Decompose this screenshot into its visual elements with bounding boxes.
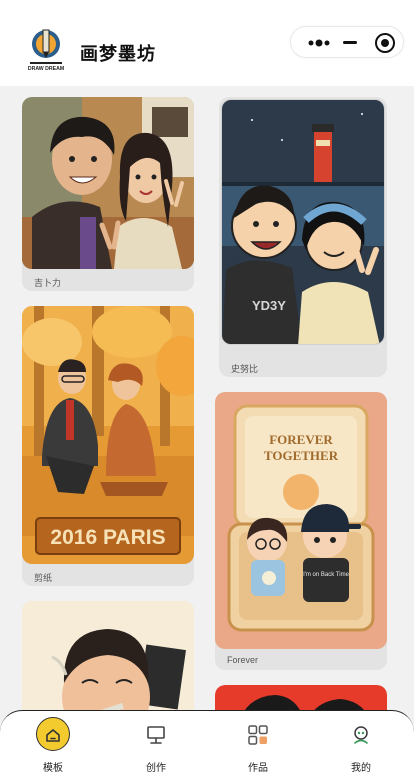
template-card-snoopy[interactable]: YD3Y 史努比: [219, 97, 387, 377]
grid-icon: [246, 723, 270, 747]
tab-label: 创作: [146, 763, 166, 774]
close-target-icon[interactable]: [375, 33, 395, 53]
tab-templates[interactable]: 模板: [13, 711, 93, 780]
template-card-papercut[interactable]: 2016 PARIS 剪纸: [22, 306, 194, 586]
bottom-tab-bar: 模板 创作 作品 我的: [0, 710, 414, 780]
template-page: DRAW DREAM 画梦墨坊 吉卜力 2016 PARIS 剪纸 YD3Y 史…: [0, 0, 414, 780]
snoopy-shirt-text: YD3Y: [252, 298, 286, 313]
tab-label: 我的: [351, 763, 371, 774]
minimize-icon[interactable]: [343, 27, 357, 59]
app-logo: DRAW DREAM: [26, 26, 66, 76]
together-title: TOGETHER: [264, 448, 339, 463]
app-title: 画梦墨坊: [80, 44, 156, 64]
mini-program-capsule: [290, 26, 404, 58]
card-caption: Forever: [227, 655, 259, 665]
tab-label: 模板: [43, 763, 63, 774]
ghibli-couple-image: [22, 97, 194, 269]
template-card-forever[interactable]: FOREVER TOGETHER I'm on Back Time Foreve…: [215, 392, 387, 670]
logo-wordmark: DRAW DREAM: [28, 66, 64, 72]
user-icon: [349, 723, 373, 747]
tab-label: 作品: [248, 763, 268, 774]
card-caption: 吉卜力: [34, 278, 62, 288]
snoopy-couple-image: YD3Y: [221, 99, 385, 345]
easel-icon: [144, 723, 168, 747]
paris-poster-text: 2016 PARIS: [50, 526, 165, 549]
tab-create[interactable]: 创作: [116, 711, 196, 780]
tab-works[interactable]: 作品: [218, 711, 298, 780]
forever-title: FOREVER: [269, 432, 333, 447]
more-dots-icon[interactable]: [299, 27, 339, 59]
home-icon: [41, 723, 65, 747]
card-caption: 史努比: [231, 364, 259, 374]
template-card-ghibli[interactable]: 吉卜力: [22, 97, 194, 291]
forever-box-image: FOREVER TOGETHER I'm on Back Time: [215, 392, 387, 649]
card-caption: 剪纸: [34, 573, 53, 583]
tab-mine[interactable]: 我的: [321, 711, 401, 780]
app-header: DRAW DREAM 画梦墨坊: [0, 0, 414, 86]
boy-shirt-text: I'm on Back Time: [303, 572, 349, 578]
papercut-couple-image: 2016 PARIS: [22, 306, 194, 564]
